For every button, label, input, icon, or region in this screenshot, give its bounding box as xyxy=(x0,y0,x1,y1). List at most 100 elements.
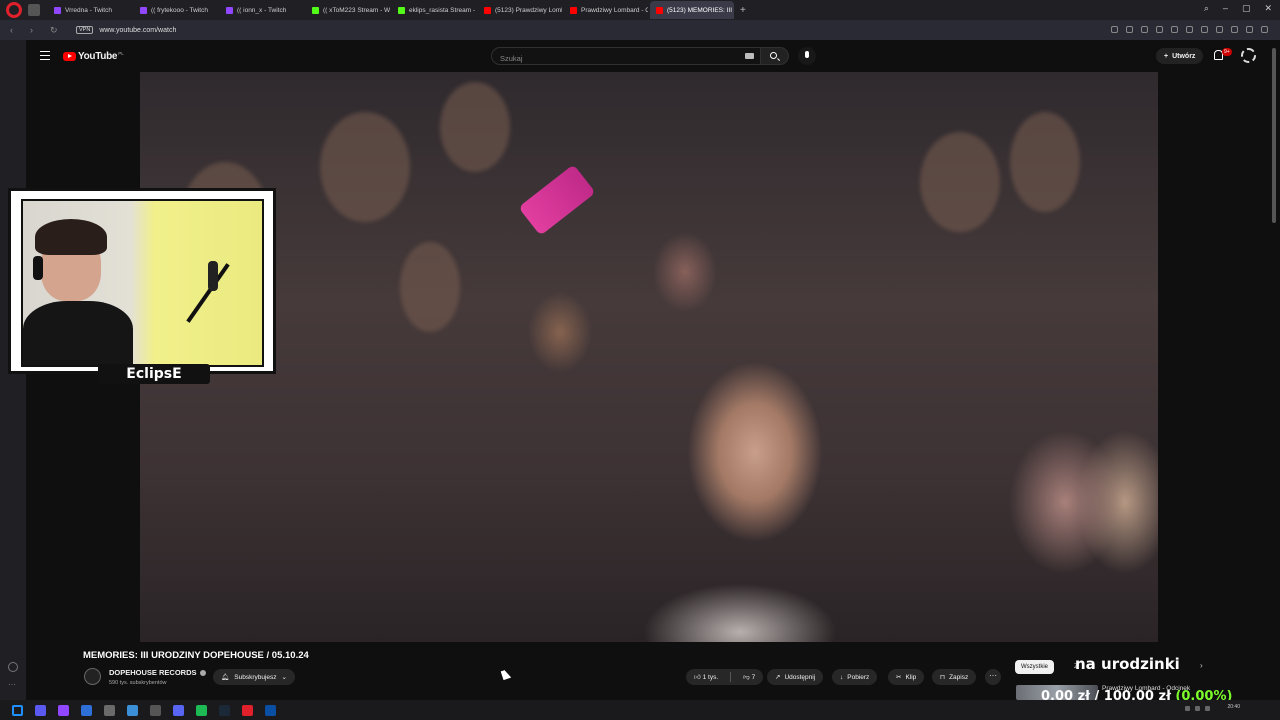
account-avatar[interactable] xyxy=(1241,48,1256,63)
tab-label: eklips_rasista Stream - Ki xyxy=(409,6,476,14)
tab-label: (( xToM223 Stream - Wa xyxy=(323,6,390,14)
tab-favicon-icon xyxy=(398,6,405,14)
opera-logo-icon[interactable] xyxy=(6,2,22,18)
extension-icon[interactable] xyxy=(1141,26,1148,33)
browser-tab[interactable]: (5123) MEMORIES: III xyxy=(650,1,734,19)
streamer-shirt xyxy=(23,301,133,365)
menu-icon[interactable] xyxy=(1231,26,1238,33)
crowd-face xyxy=(320,112,410,222)
video-title: MEMORIES: III URODZINY DOPEHOUSE / 05.10… xyxy=(83,650,309,661)
hamburger-menu-icon[interactable] xyxy=(40,51,50,60)
channel-avatar[interactable] xyxy=(84,668,101,685)
taskbar-app-icon[interactable] xyxy=(196,704,207,716)
heart-icon[interactable] xyxy=(1201,26,1208,33)
new-tab-button[interactable]: + xyxy=(740,5,746,16)
browser-tab[interactable]: (( xToM223 Stream - Wa xyxy=(306,1,390,19)
bookmark-icon: ⊓ xyxy=(940,674,946,681)
browser-tab[interactable]: eklips_rasista Stream - Ki xyxy=(392,1,476,19)
extension-icons xyxy=(1111,26,1268,33)
minimize-icon[interactable]: – xyxy=(1223,3,1228,14)
taskbar-app-icon[interactable] xyxy=(242,704,253,716)
create-button[interactable]: + Utwórz xyxy=(1156,48,1204,64)
more-icon[interactable]: ··· xyxy=(8,680,18,690)
tray-icon[interactable] xyxy=(1185,706,1190,711)
browser-tab-bar: Vrredna - Twitch (( frytekooo - Twitch (( … xyxy=(0,0,1280,20)
youtube-logo[interactable]: YouTube PL xyxy=(63,51,124,62)
taskbar-app-icon[interactable] xyxy=(150,704,161,716)
verified-icon xyxy=(199,670,206,677)
clip-label: Klip xyxy=(905,673,917,681)
channel-name[interactable]: DOPEHOUSE RECORDS xyxy=(109,668,206,677)
maximize-icon[interactable]: ▢ xyxy=(1242,3,1251,14)
start-menu-icon[interactable] xyxy=(12,704,23,716)
more-actions-button[interactable]: ··· xyxy=(985,669,1001,685)
extension-icon[interactable] xyxy=(1126,26,1133,33)
share-icon: ↗ xyxy=(775,674,781,681)
close-icon[interactable]: ✕ xyxy=(1264,3,1272,14)
tab-favicon-icon xyxy=(312,6,319,14)
vpn-badge[interactable]: VPN xyxy=(76,26,94,34)
download-button[interactable]: ↓ Pobierz xyxy=(832,669,878,685)
clip-button[interactable]: ✂ Klip xyxy=(888,669,925,685)
download-icon[interactable] xyxy=(1216,26,1223,33)
browser-tab[interactable]: Vrredna - Twitch xyxy=(48,1,132,19)
search-tabs-icon[interactable]: ⌕ xyxy=(1204,3,1209,14)
streamer-hair xyxy=(35,219,107,255)
like-count: 1 tys. xyxy=(702,674,719,681)
extension-icon[interactable] xyxy=(1171,26,1178,33)
webcam-overlay xyxy=(8,188,276,374)
forward-icon[interactable]: › xyxy=(30,25,40,35)
browser-tab[interactable]: Prawdziwy Lombard - Odc xyxy=(564,1,648,19)
browser-tab[interactable]: (( frytekooo - Twitch xyxy=(134,1,218,19)
subscribe-button[interactable]: 🔔︎ Subskrybujesz ⌄ xyxy=(213,669,295,685)
search-button[interactable] xyxy=(761,47,789,65)
bell-icon: 🔔︎ xyxy=(221,674,230,681)
page-scrollbar[interactable] xyxy=(1272,48,1276,223)
workspace-icon[interactable] xyxy=(28,4,40,16)
taskbar-app-icon[interactable] xyxy=(81,704,92,716)
reload-icon[interactable]: ↻ xyxy=(50,25,60,36)
plus-icon: + xyxy=(1164,52,1169,60)
search-input[interactable] xyxy=(492,50,722,67)
chip-all[interactable]: Wszystkie xyxy=(1015,660,1054,674)
download-arrow-icon: ↓ xyxy=(840,673,844,681)
pink-phone xyxy=(518,164,596,236)
save-button[interactable]: ⊓ Zapisz xyxy=(932,669,977,685)
extension-icon[interactable] xyxy=(1111,26,1118,33)
browser-tab[interactable]: (( ionn_x - Twitch xyxy=(220,1,304,19)
divider xyxy=(730,672,732,682)
back-icon[interactable]: ‹ xyxy=(10,25,20,35)
tab-label: (( ionn_x - Twitch xyxy=(237,6,287,14)
channel-name-text: DOPEHOUSE RECORDS xyxy=(109,668,197,677)
taskbar-app-icon[interactable] xyxy=(104,704,115,716)
taskbar-app-icon[interactable] xyxy=(127,704,138,716)
extension-icon[interactable] xyxy=(1186,26,1193,33)
chevron-right-icon[interactable]: › xyxy=(1200,661,1203,670)
clock-time: 20:40 xyxy=(1227,704,1240,710)
share-button[interactable]: ↗ Udostępnij xyxy=(767,669,824,685)
lock-icon[interactable] xyxy=(1246,26,1253,33)
youtube-country-code: PL xyxy=(118,51,124,56)
voice-search-button[interactable] xyxy=(798,47,816,65)
url-field[interactable]: www.youtube.com/watch xyxy=(99,27,176,34)
create-label: Utwórz xyxy=(1172,52,1196,60)
taskbar-clock[interactable]: 20:40 xyxy=(1227,704,1240,710)
taskbar-app-icon[interactable] xyxy=(35,704,46,716)
streamer-name-label: EclipsE xyxy=(98,364,210,384)
taskbar-app-icon[interactable] xyxy=(265,704,276,716)
extension-icon[interactable] xyxy=(1156,26,1163,33)
profile-icon[interactable] xyxy=(1261,26,1268,33)
taskbar-app-icon[interactable] xyxy=(58,704,69,716)
youtube-logo-text: YouTube xyxy=(78,51,118,62)
keyboard-icon[interactable] xyxy=(745,53,754,59)
like-button[interactable]: 👍︎ 1 tys. xyxy=(694,673,718,681)
history-icon[interactable] xyxy=(8,662,18,672)
tray-icon[interactable] xyxy=(1195,706,1200,711)
dislike-button[interactable]: 👎︎ 7 xyxy=(743,673,755,681)
tab-favicon-icon xyxy=(140,6,147,14)
video-player[interactable] xyxy=(140,72,1158,642)
browser-tab[interactable]: (5123) Prawdziwy Lombar xyxy=(478,1,562,19)
taskbar-app-icon[interactable] xyxy=(173,704,184,716)
taskbar-app-icon[interactable] xyxy=(219,704,230,716)
tray-icon[interactable] xyxy=(1205,706,1210,711)
